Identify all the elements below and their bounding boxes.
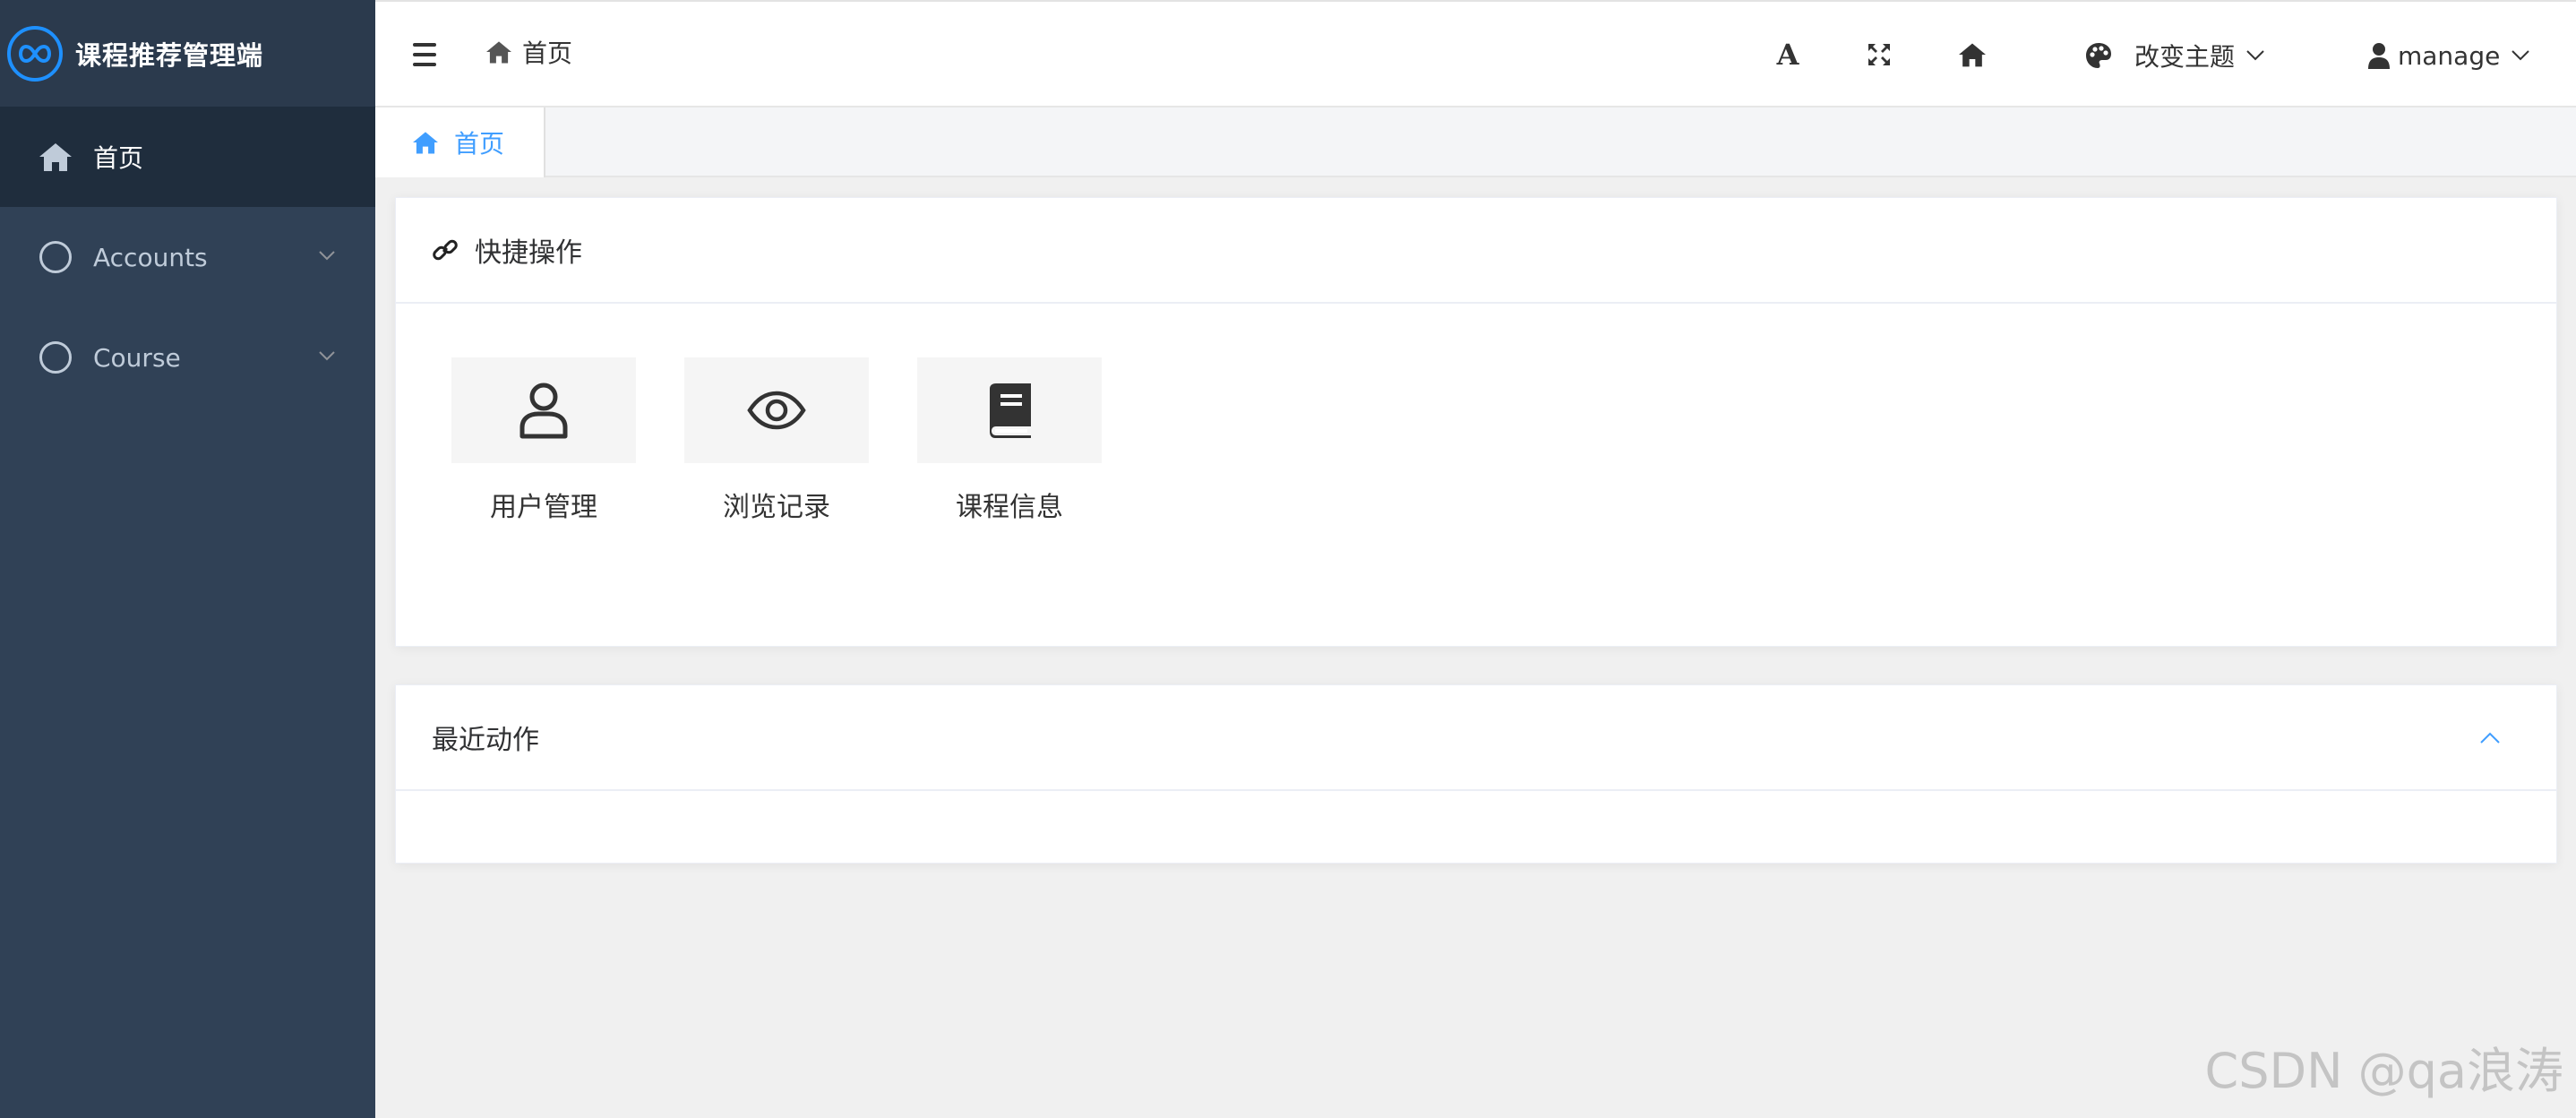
- quick-actions-card: 快捷操作 用户管理 浏览记录 课程信息: [395, 197, 2557, 647]
- tag-label: 首页: [454, 129, 505, 159]
- watermark: CSDN @qa浪涛: [2204, 1043, 2564, 1099]
- sidebar-item-home[interactable]: 首页: [0, 107, 375, 207]
- hamburger-menu-icon[interactable]: [413, 43, 436, 73]
- home-icon: [413, 132, 438, 154]
- quick-action-label: 用户管理: [490, 492, 597, 523]
- top-navbar: 首页 A 改变主题 manage: [375, 0, 2576, 108]
- logo[interactable]: 课程推荐管理端: [0, 0, 375, 107]
- quick-action-browse-history[interactable]: 浏览记录: [684, 357, 869, 524]
- recent-actions-card: 最近动作: [395, 684, 2557, 864]
- home-icon[interactable]: [1957, 41, 1988, 68]
- circle-icon: [38, 239, 73, 275]
- svg-text:A: A: [1776, 39, 1800, 68]
- card-title: 最近动作: [432, 725, 539, 756]
- home-icon: [38, 139, 73, 175]
- sidebar: 课程推荐管理端 首页 Accounts Course: [0, 0, 375, 1118]
- link-icon: [433, 239, 458, 261]
- eye-icon: [747, 391, 806, 430]
- quick-action-course-info[interactable]: 课程信息: [917, 357, 1102, 524]
- fullscreen-icon[interactable]: [1866, 41, 1893, 68]
- user-icon: [2368, 43, 2390, 69]
- user-dropdown[interactable]: manage: [2367, 2, 2530, 109]
- chevron-down-icon: [2246, 50, 2264, 61]
- chevron-down-icon: [319, 251, 335, 261]
- card-header: 最近动作: [396, 685, 2556, 791]
- circle-icon: [38, 340, 73, 375]
- chevron-down-icon: [319, 351, 335, 361]
- sidebar-item-label: 首页: [93, 143, 144, 173]
- app-title: 课程推荐管理端: [75, 39, 264, 71]
- quick-action-user-management[interactable]: 用户管理: [451, 357, 636, 524]
- sidebar-item-label: Course: [93, 342, 181, 373]
- sidebar-item-accounts[interactable]: Accounts: [0, 207, 375, 307]
- quick-actions-list: 用户管理 浏览记录 课程信息: [451, 357, 1150, 524]
- breadcrumb: 首页: [485, 34, 572, 70]
- quick-action-label: 课程信息: [956, 492, 1063, 523]
- theme-dropdown[interactable]: 改变主题: [2084, 2, 2265, 109]
- sidebar-item-course[interactable]: Course: [0, 307, 375, 408]
- sidebar-item-label: Accounts: [93, 242, 208, 272]
- theme-label: 改变主题: [2134, 42, 2236, 72]
- breadcrumb-item[interactable]: 首页: [522, 34, 572, 70]
- tag-home[interactable]: 首页: [375, 108, 545, 177]
- chevron-up-icon[interactable]: [2479, 732, 2501, 744]
- home-icon: [486, 41, 511, 64]
- font-size-icon[interactable]: A: [1774, 39, 1801, 68]
- user-icon: [519, 383, 568, 439]
- tags-view: 首页: [375, 108, 2576, 177]
- quick-action-label: 浏览记录: [723, 492, 830, 523]
- card-header: 快捷操作: [396, 198, 2556, 304]
- book-icon: [990, 383, 1031, 438]
- user-label: manage: [2398, 40, 2501, 71]
- chevron-down-icon: [2512, 50, 2530, 61]
- logo-icon: [7, 25, 63, 82]
- palette-icon: [2086, 43, 2111, 68]
- card-title: 快捷操作: [475, 237, 582, 269]
